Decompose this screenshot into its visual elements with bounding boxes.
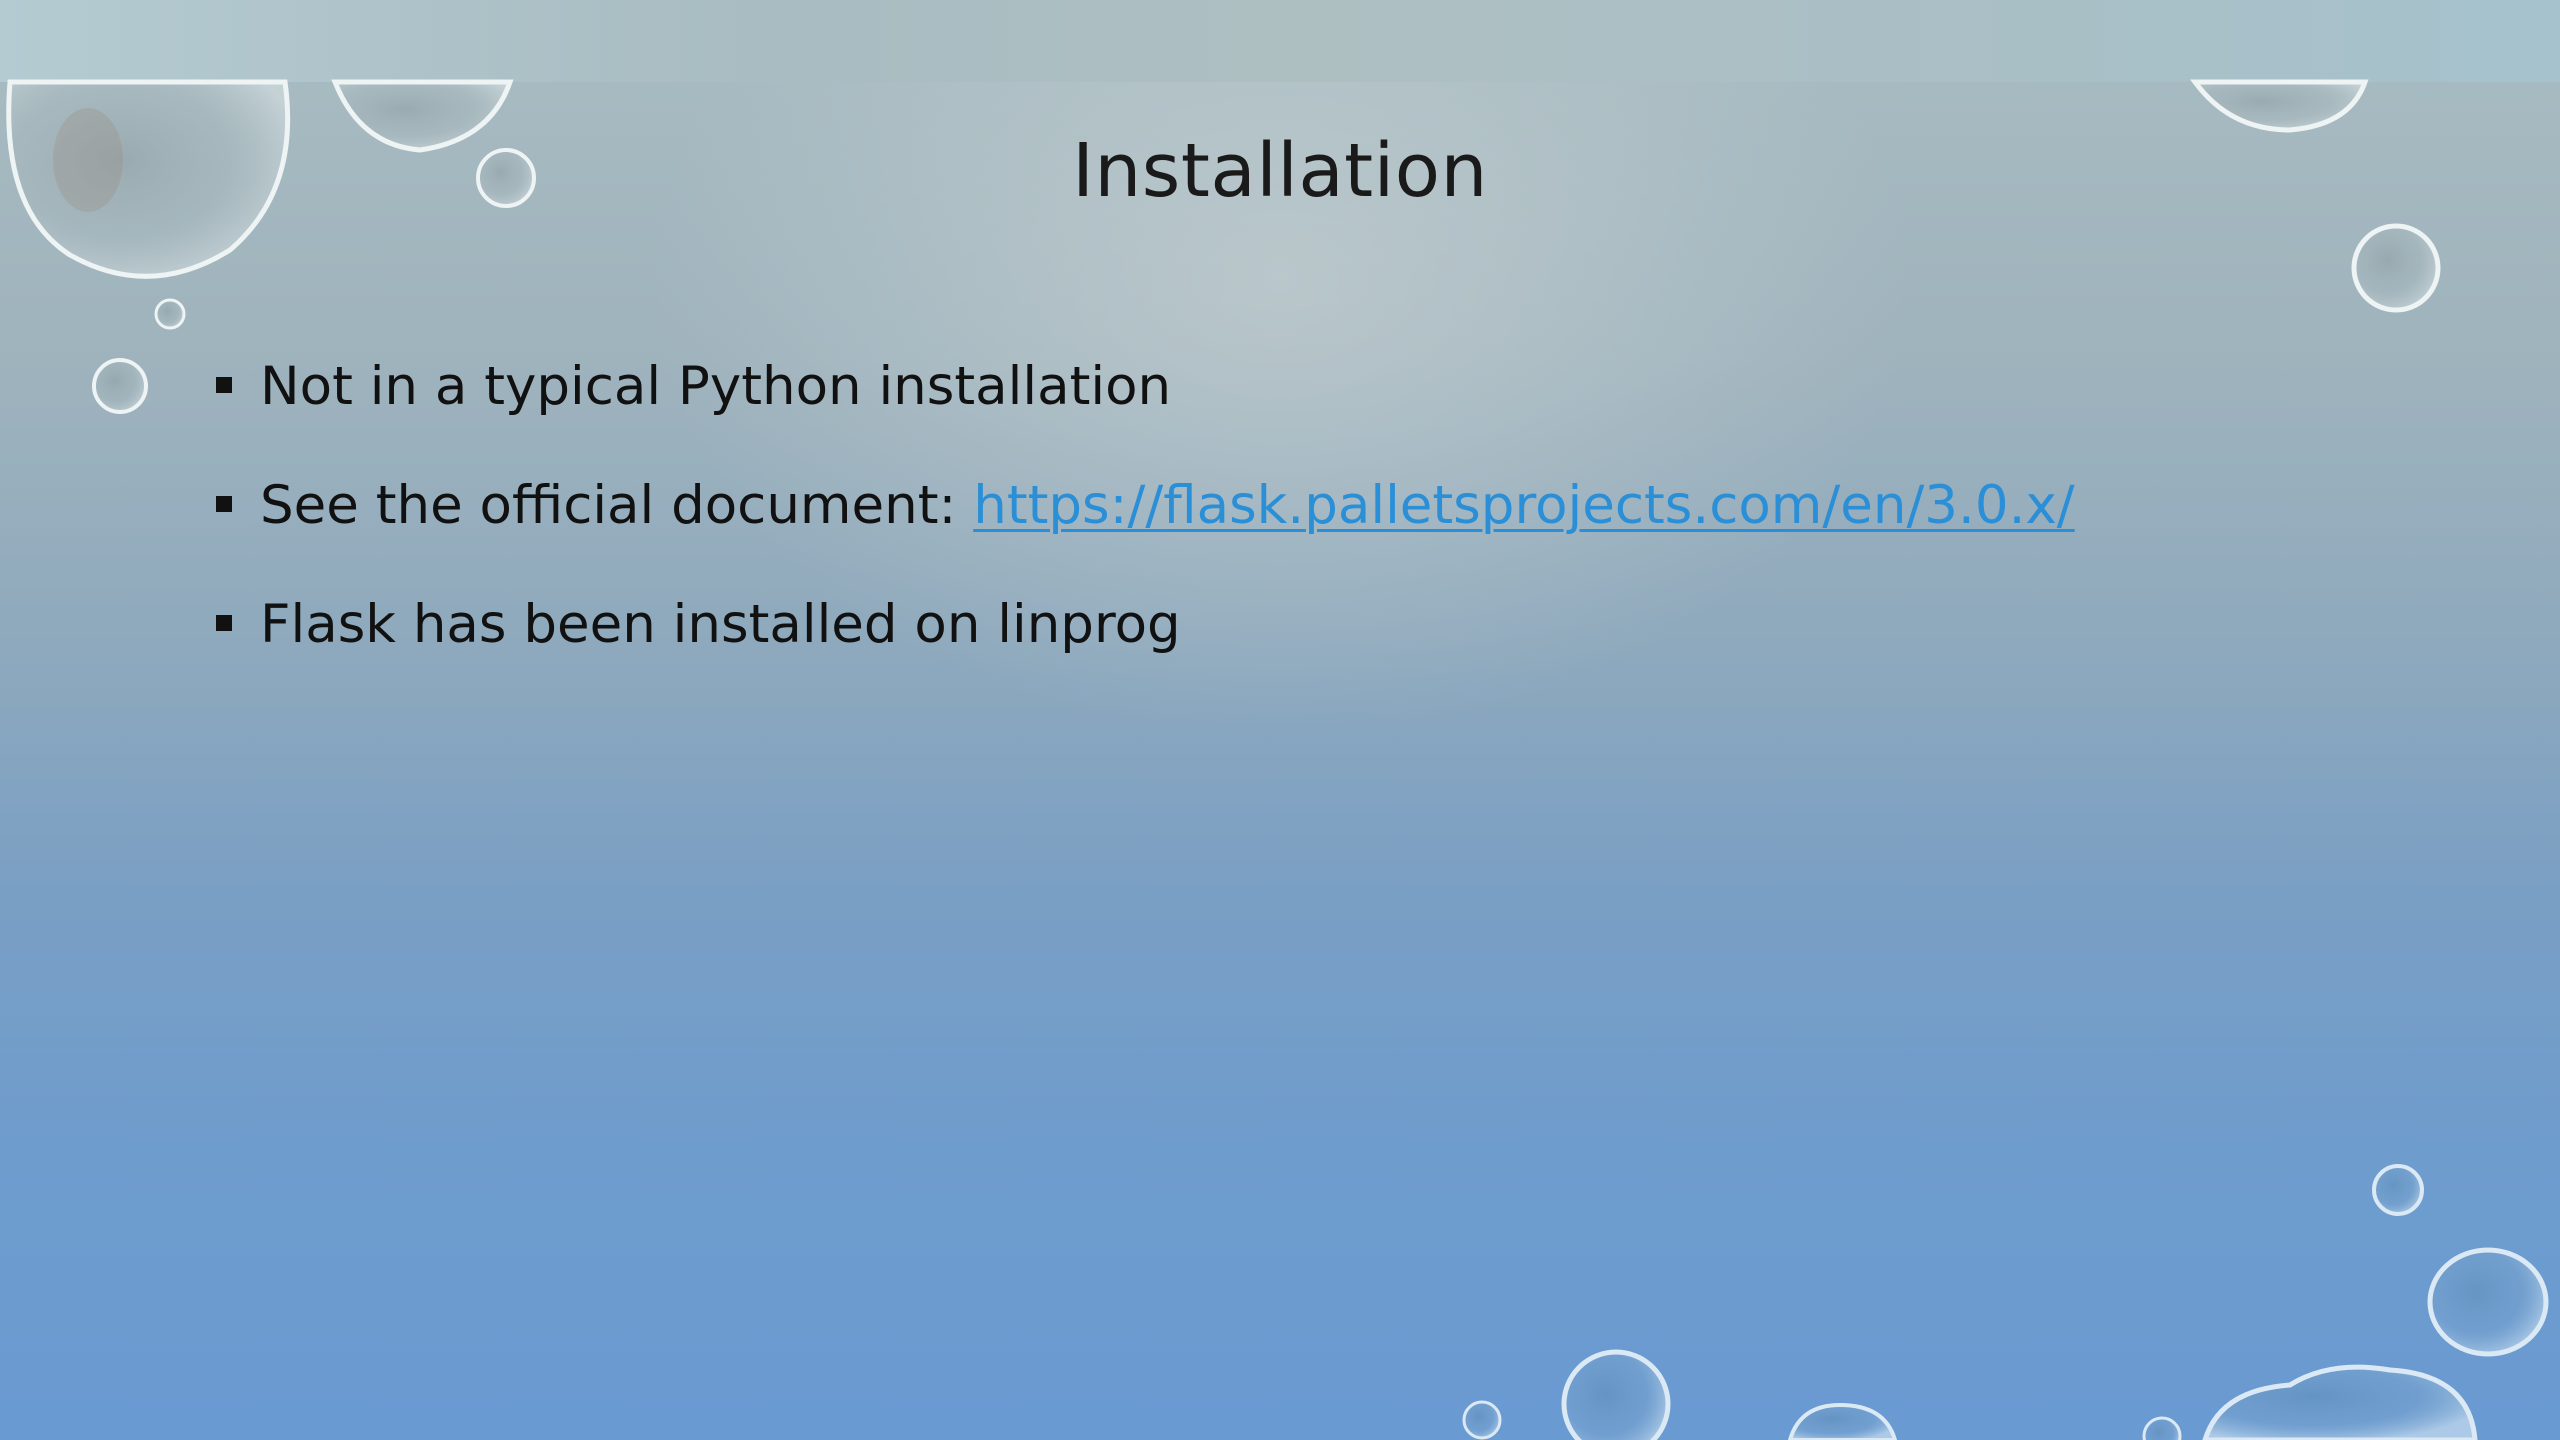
- drop: [1462, 1400, 1502, 1440]
- slide: Installation Not in a typical Python ins…: [0, 0, 2560, 1440]
- slide-title: Installation: [1072, 128, 1488, 214]
- drop: [2190, 79, 2369, 133]
- water-drops-decoration: [6, 79, 2549, 1440]
- square-bullet-icon: [216, 496, 232, 512]
- drop: [2202, 1364, 2478, 1440]
- bullet-item: Not in a typical Python installation: [212, 352, 2075, 422]
- drop: [92, 358, 148, 414]
- square-bullet-icon: [216, 377, 232, 393]
- drop: [1787, 1402, 1898, 1440]
- drop: [2427, 1247, 2549, 1357]
- bullet-list: Not in a typical Python installation See…: [212, 352, 2075, 709]
- bullet-item: Flask has been installed on linprog: [212, 590, 2075, 660]
- bullet-text: See the official document:: [260, 475, 974, 536]
- square-bullet-icon: [216, 615, 232, 631]
- flask-docs-link[interactable]: https://flask.palletsprojects.com/en/3.0…: [973, 475, 2074, 536]
- drop: [2372, 1164, 2424, 1216]
- drop: [154, 298, 186, 330]
- bullet-item: See the official document: https://flask…: [212, 471, 2075, 541]
- bullet-text: Flask has been installed on linprog: [260, 594, 1181, 655]
- drop: [1561, 1349, 1671, 1440]
- drop: [2351, 223, 2441, 313]
- bullet-text: Not in a typical Python installation: [260, 356, 1172, 417]
- drop: [2142, 1416, 2182, 1440]
